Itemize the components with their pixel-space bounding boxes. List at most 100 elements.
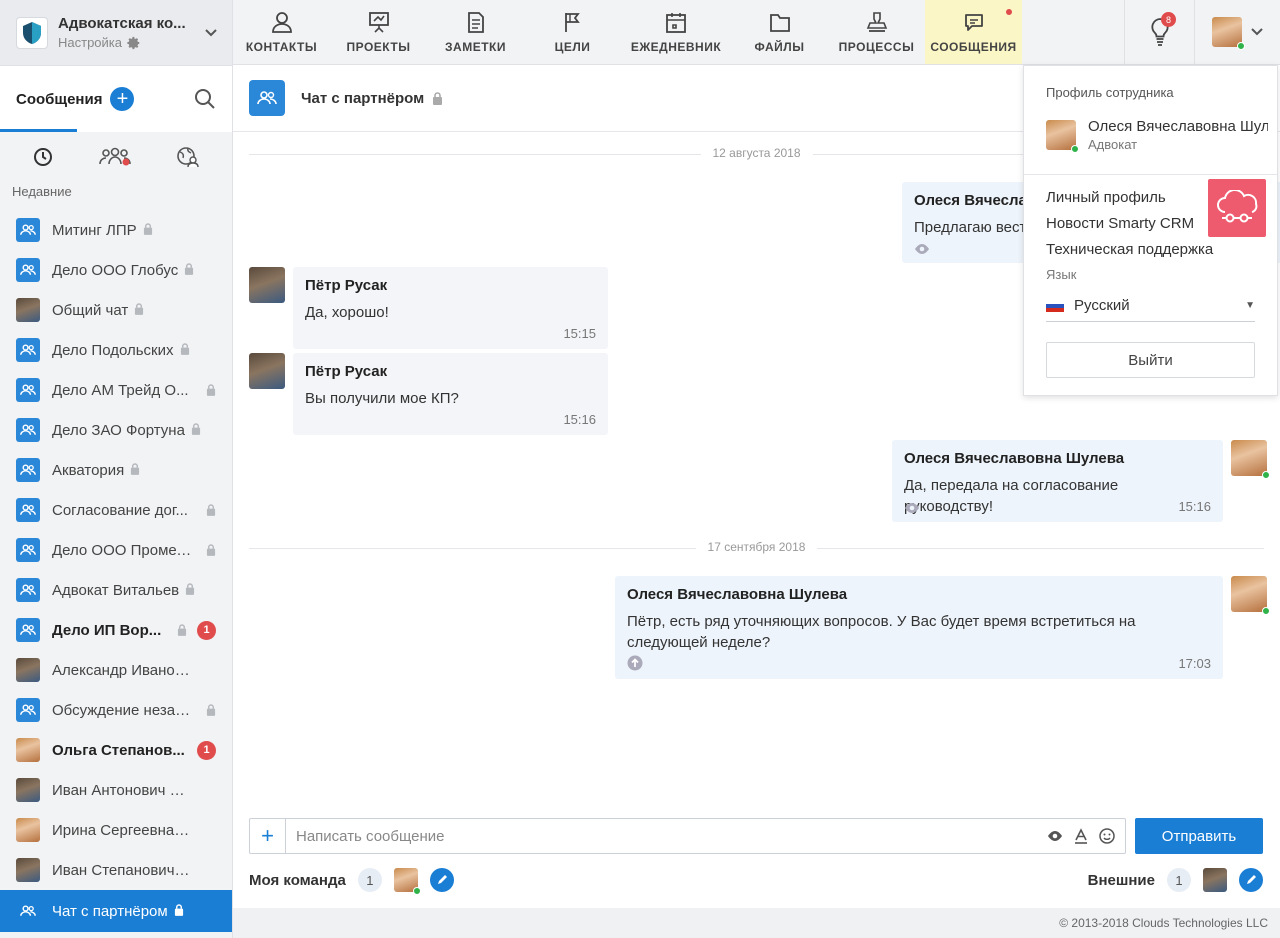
group-icon xyxy=(20,704,36,715)
nav-item-7[interactable]: СООБЩЕНИЯ xyxy=(925,0,1022,64)
edit-external-button[interactable] xyxy=(1239,868,1263,892)
profile-role: Адвокат xyxy=(1088,137,1138,152)
company-name: Адвокатская ко... xyxy=(58,15,186,32)
message-time: 15:16 xyxy=(1178,499,1211,514)
logout-button[interactable]: Выйти xyxy=(1046,342,1255,378)
dropdown-header: Профиль сотрудника xyxy=(1046,85,1174,100)
avatar xyxy=(16,738,40,762)
text-format-icon[interactable] xyxy=(1073,828,1089,844)
group-icon[interactable] xyxy=(98,146,132,168)
avatar xyxy=(16,858,40,882)
active-tab-underline xyxy=(0,129,77,132)
eye-icon[interactable] xyxy=(1047,830,1063,842)
group-icon xyxy=(20,264,36,275)
cloud-icon[interactable] xyxy=(1208,179,1266,237)
attach-button[interactable]: + xyxy=(250,819,286,853)
chat-item[interactable]: Митинг ЛПР xyxy=(0,210,232,250)
nav-label: ЦЕЛИ xyxy=(554,39,591,54)
message-text: Да, передала на согласование руководству… xyxy=(904,477,1119,515)
language-value: Русский xyxy=(1074,297,1130,314)
lock-icon xyxy=(206,544,216,556)
chat-name: Ольга Степанов... xyxy=(52,741,185,759)
group-icon xyxy=(20,224,36,235)
chat-avatar xyxy=(16,899,40,923)
message-time: 15:15 xyxy=(563,326,596,341)
chat-item[interactable]: Чат с партнёром xyxy=(0,890,232,932)
avatar xyxy=(1231,576,1270,615)
nav-item-2[interactable]: ЗАМЕТКИ xyxy=(427,0,524,64)
message-input[interactable] xyxy=(286,827,1047,845)
emoji-icon[interactable] xyxy=(1099,828,1115,844)
chat-item[interactable]: Дело ИП Вор... 1 xyxy=(0,610,232,650)
external-count[interactable]: 1 xyxy=(1167,868,1191,892)
chat-item[interactable]: Александр Иванович... xyxy=(0,650,232,690)
chat-item[interactable]: Ольга Степанов... 1 xyxy=(0,730,232,770)
send-button[interactable]: Отправить xyxy=(1135,818,1263,854)
my-team-count[interactable]: 1 xyxy=(357,868,382,892)
eye-icon xyxy=(915,244,929,254)
lock-icon xyxy=(191,422,201,435)
nav-label: КОНТАКТЫ xyxy=(245,39,318,54)
message-text: Да, хорошо! xyxy=(305,304,389,321)
nav-item-4[interactable]: ЕЖЕДНЕВНИК xyxy=(621,0,731,64)
chat-item[interactable]: Дело АМ Трейд О... xyxy=(0,370,232,410)
lock-icon xyxy=(206,704,216,716)
chevron-down-icon[interactable] xyxy=(204,26,218,40)
notifications-button[interactable]: 8 xyxy=(1124,0,1194,64)
avatar[interactable] xyxy=(393,868,421,895)
chat-avatar xyxy=(16,498,40,522)
message-author: Пётр Русак xyxy=(305,363,388,380)
profile-name: Олеся Вячеславовна Шулева xyxy=(1088,118,1268,135)
user-menu[interactable] xyxy=(1194,0,1280,64)
chat-name: Дело ИП Вор... xyxy=(52,621,162,639)
nav-item-1[interactable]: ПРОЕКТЫ xyxy=(330,0,427,64)
chat-item[interactable]: Ирина Сергеевна Ан... xyxy=(0,810,232,850)
language-label: Язык xyxy=(1046,267,1077,282)
chat-item[interactable]: Дело ООО Промет... xyxy=(0,530,232,570)
chat-item[interactable]: Акватория xyxy=(0,450,232,490)
support-link[interactable]: Техническая поддержка xyxy=(1024,237,1277,263)
messages-header: Сообщения + xyxy=(0,66,232,132)
chat-item[interactable]: Иван Степанович Гр... xyxy=(0,850,232,890)
message-author: Олеся Вячеславовна Шулева xyxy=(904,450,1125,467)
arrow-up-icon xyxy=(627,655,643,671)
nav-item-6[interactable]: ПРОЦЕССЫ xyxy=(828,0,925,64)
chat-item[interactable]: Обсуждение незак... xyxy=(0,690,232,730)
search-icon[interactable] xyxy=(194,88,216,110)
chat-item[interactable]: Иван Антонович Сер... xyxy=(0,770,232,810)
avatar[interactable] xyxy=(1203,868,1227,892)
nav-label: ФАЙЛЫ xyxy=(754,39,805,54)
chat-name: Дело ЗАО Фортуна xyxy=(52,421,185,439)
chat-item[interactable]: Дело Подольских xyxy=(0,330,232,370)
chat-name: Митинг ЛПР xyxy=(52,221,137,239)
edit-team-button[interactable] xyxy=(429,868,454,892)
chat-name: Ирина Сергеевна Ан... xyxy=(52,821,192,839)
avatar xyxy=(1046,120,1079,153)
chat-item[interactable]: Дело ООО Глобус xyxy=(0,250,232,290)
company-settings-label[interactable]: Настройка xyxy=(58,35,122,50)
chat-item[interactable]: Адвокат Витальев xyxy=(0,570,232,610)
chat-item[interactable]: Общий чат xyxy=(0,290,232,330)
globe-user-icon[interactable] xyxy=(176,146,200,168)
gear-icon[interactable] xyxy=(127,36,141,50)
message-bubble: Олеся Вячеславовна Шулева Да, передала н… xyxy=(892,440,1223,522)
nav-item-5[interactable]: ФАЙЛЫ xyxy=(731,0,828,64)
new-chat-button[interactable]: + xyxy=(110,87,135,111)
clock-icon[interactable] xyxy=(32,146,54,168)
lock-icon xyxy=(180,342,189,355)
chat-item[interactable]: Дело ЗАО Фортуна xyxy=(0,410,232,450)
nav-item-0[interactable]: КОНТАКТЫ xyxy=(233,0,330,64)
lock-icon xyxy=(135,302,144,315)
company-switcher[interactable]: Адвокатская ко... Настройка xyxy=(0,0,232,66)
language-select[interactable]: Русский ▼ xyxy=(1046,290,1255,322)
nav-item-3[interactable]: ЦЕЛИ xyxy=(524,0,621,64)
lock-icon xyxy=(143,222,152,235)
chat-avatar xyxy=(16,538,40,562)
chat-name: Дело АМ Трейд О... xyxy=(52,381,189,399)
lock-icon xyxy=(174,903,183,916)
avatar xyxy=(249,267,285,303)
unread-badge: 1 xyxy=(197,740,216,760)
chat-item[interactable]: Согласование дог... xyxy=(0,490,232,530)
eye-icon xyxy=(905,503,919,513)
external-members: Внешние 1 xyxy=(1088,866,1263,894)
